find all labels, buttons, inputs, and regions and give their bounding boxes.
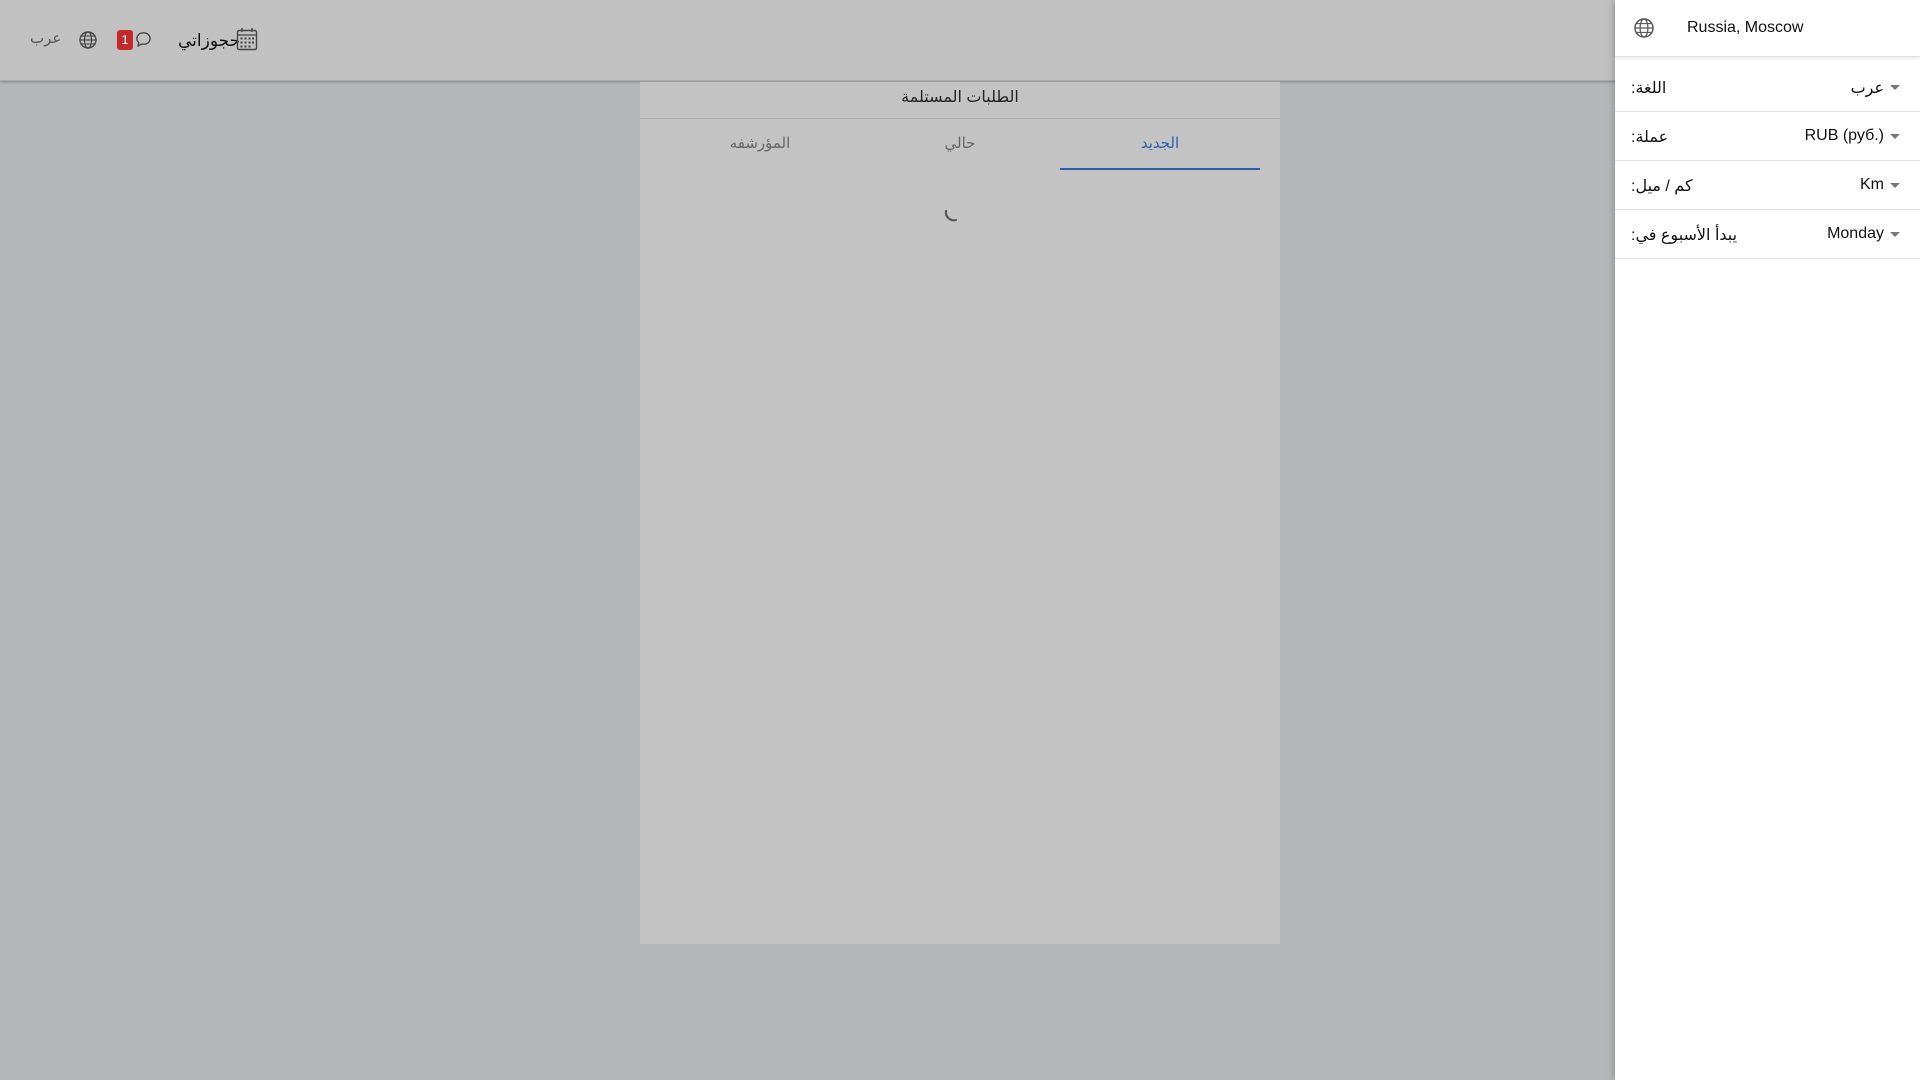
chat-icon — [136, 32, 151, 47]
language-setting[interactable]: :اللغة عرب — [1615, 63, 1920, 112]
settings-drawer: Russia, Moscow :اللغة عرب :عملة RUB (руб… — [1615, 0, 1920, 1080]
setting-label: :يبدأ الأسبوع في — [1631, 227, 1738, 244]
setting-value: Km — [1860, 176, 1884, 193]
tab-new[interactable]: الجديد — [1060, 120, 1260, 170]
calendar-icon — [236, 28, 258, 51]
notification-badge: 1 — [117, 30, 133, 50]
globe-icon[interactable] — [78, 30, 98, 50]
received-requests-panel: الطلبات المستلمة المؤرشفه حالي الجديد — [640, 82, 1280, 944]
setting-label: :كم / ميل — [1631, 178, 1693, 195]
dropdown-caret-icon — [1890, 232, 1900, 237]
panel-title: الطلبات المستلمة — [640, 82, 1280, 119]
dropdown-caret-icon — [1890, 134, 1900, 139]
location-text: Russia, Moscow — [1687, 19, 1804, 36]
dropdown-caret-icon — [1890, 183, 1900, 188]
loading-spinner-icon — [944, 209, 958, 222]
tab-current[interactable]: حالي — [860, 120, 1060, 168]
distance-unit-setting[interactable]: :كم / ميل Km — [1615, 161, 1920, 210]
location-row[interactable]: Russia, Moscow — [1615, 0, 1920, 57]
tab-archived[interactable]: المؤرشفه — [660, 120, 860, 168]
week-start-setting[interactable]: :يبدأ الأسبوع في Monday — [1615, 210, 1920, 259]
setting-label: :اللغة — [1631, 80, 1667, 97]
messages-button[interactable]: 1 — [117, 29, 153, 51]
language-switch[interactable]: عرب — [30, 29, 61, 47]
requests-tabs: المؤرشفه حالي الجديد — [656, 120, 1264, 170]
setting-value: عرب — [1850, 80, 1884, 97]
setting-value: Monday — [1827, 225, 1884, 242]
dropdown-caret-icon — [1890, 85, 1900, 90]
my-bookings-label: حجوزاتي — [178, 31, 241, 50]
setting-label: :عملة — [1631, 129, 1669, 146]
setting-value: RUB (руб.) — [1804, 127, 1884, 144]
globe-icon — [1634, 18, 1654, 38]
currency-setting[interactable]: :عملة RUB (руб.) — [1615, 112, 1920, 161]
